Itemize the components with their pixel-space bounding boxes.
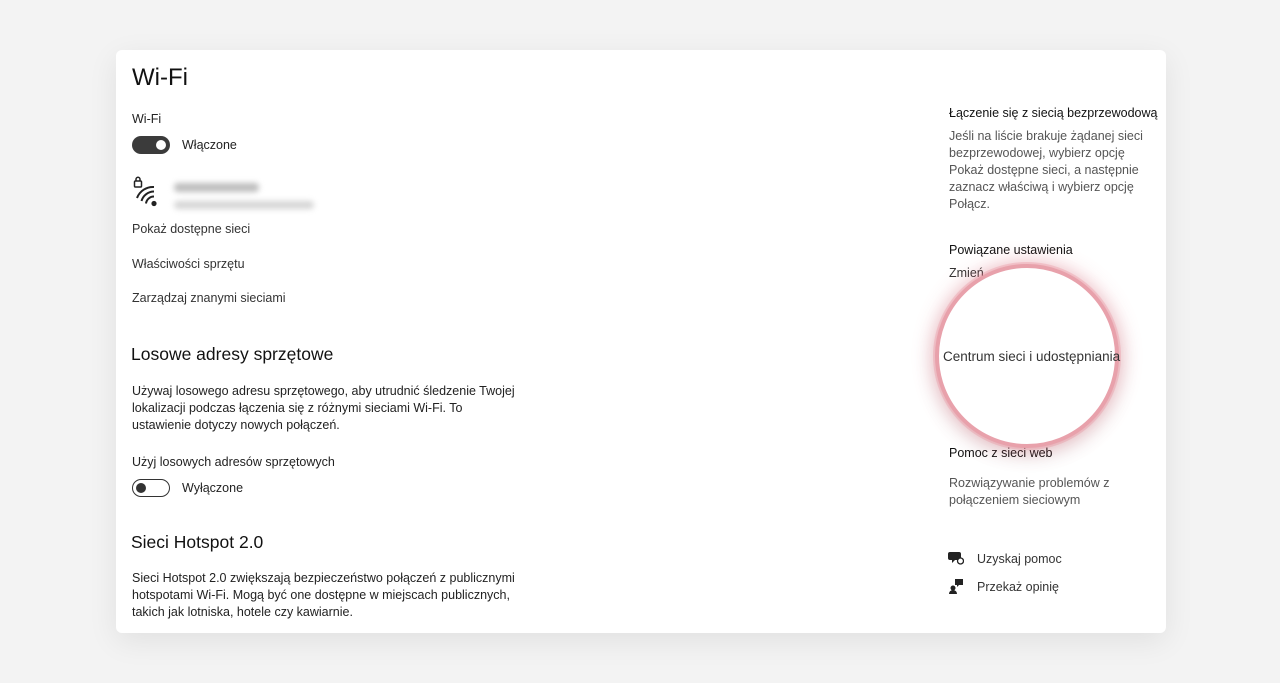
- toggle-knob: [156, 140, 166, 150]
- chat-help-icon: [948, 552, 964, 565]
- related-settings-heading: Powiązane ustawienia: [949, 243, 1073, 257]
- random-hw-heading: Losowe adresy sprzętowe: [131, 344, 334, 364]
- show-networks-link[interactable]: Pokaż dostępne sieci: [132, 222, 250, 236]
- network-sharing-center-link[interactable]: Centrum sieci i udostępniania: [943, 349, 1120, 364]
- random-hw-toggle-state: Wyłączone: [182, 481, 244, 495]
- random-hw-toggle[interactable]: [132, 479, 170, 497]
- toggle-knob: [136, 482, 146, 493]
- feedback-icon: [949, 579, 963, 594]
- feedback-link[interactable]: Przekaż opinię: [977, 580, 1059, 594]
- wifi-toggle-state: Włączone: [182, 138, 237, 152]
- random-hw-description: Używaj losowego adresu sprzętowego, aby …: [132, 384, 515, 432]
- get-help-link[interactable]: Uzyskaj pomoc: [977, 552, 1062, 566]
- manage-known-networks-link[interactable]: Zarządzaj znanymi sieciami: [132, 291, 286, 305]
- wifi-secured-icon: [133, 176, 157, 207]
- wifi-section-label: Wi-Fi: [132, 112, 162, 126]
- wifi-toggle[interactable]: [132, 136, 170, 154]
- wireless-help-text: Jeśli na liście brakuje żądanej sieci be…: [949, 129, 1143, 211]
- wireless-help-heading: Łączenie się z siecią bezprzewodową: [949, 106, 1158, 120]
- hardware-properties-link[interactable]: Właściwości sprzętu: [132, 257, 245, 271]
- troubleshoot-link[interactable]: Rozwiązywanie problemów z połączeniem si…: [949, 475, 1124, 509]
- network-status-redacted: [174, 201, 314, 209]
- random-hw-toggle-label: Użyj losowych adresów sprzętowych: [132, 455, 335, 469]
- hotspot-description: Sieci Hotspot 2.0 zwiększają bezpieczeńs…: [132, 571, 515, 619]
- web-help-heading: Pomoc z sieci web: [949, 446, 1053, 460]
- network-name-redacted: [174, 183, 259, 192]
- hotspot-heading: Sieci Hotspot 2.0: [131, 532, 264, 552]
- page-title: Wi-Fi: [132, 64, 188, 91]
